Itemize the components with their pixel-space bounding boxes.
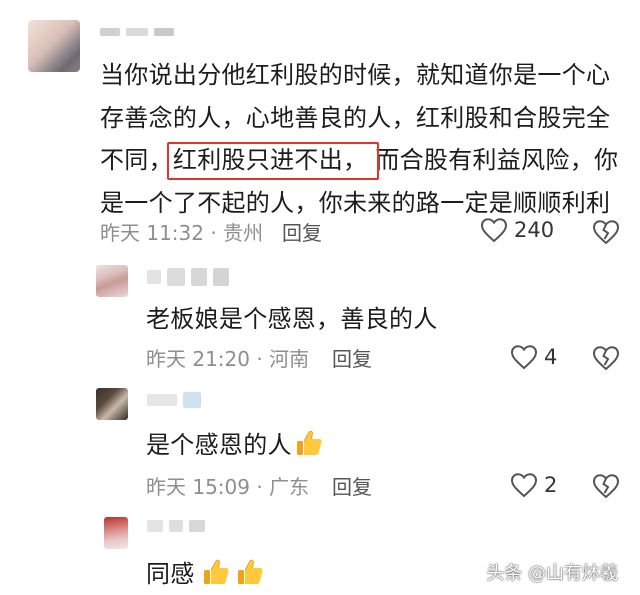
highlighted-phrase: 红利股只进不出，	[166, 139, 380, 182]
reply-button[interactable]: 回复	[332, 475, 372, 499]
broken-heart-icon[interactable]	[592, 473, 620, 499]
reply-time-location: 昨天 21:20 · 河南	[146, 347, 310, 371]
username-blurred[interactable]	[147, 520, 205, 532]
comment-time-location: 昨天 11:32 · 贵州	[100, 221, 264, 245]
heart-outline-icon	[510, 473, 538, 498]
heart-outline-icon	[480, 218, 508, 243]
reply-button[interactable]: 回复	[332, 347, 372, 371]
username-blurred[interactable]	[100, 28, 174, 36]
avatar[interactable]	[28, 20, 80, 72]
like-count: 240	[514, 218, 555, 242]
like-button[interactable]: 4	[510, 344, 557, 370]
heart-outline-icon	[510, 345, 538, 370]
comment-text-line: 存善念的人，心地善良的人，红利股和合股完全	[100, 103, 611, 132]
thumbs-up-emoji	[237, 559, 263, 584]
avatar[interactable]	[96, 265, 128, 297]
avatar[interactable]	[104, 517, 128, 549]
avatar[interactable]	[96, 388, 128, 420]
comment-text-segment: 而合股有利益风险，你	[375, 146, 619, 175]
reply-text: 老板娘是个感恩，善良的人	[146, 305, 438, 333]
broken-heart-icon[interactable]	[592, 345, 620, 371]
like-button[interactable]: 240	[480, 217, 554, 243]
comment-text-segment: 不同，	[100, 146, 173, 175]
reply-time-location: 昨天 15:09 · 广东	[146, 475, 310, 499]
broken-heart-icon[interactable]	[592, 219, 620, 245]
comment-thread: 当你说出分他红利股的时候，就知道你是一个心 存善念的人，心地善良的人，红利股和合…	[0, 0, 640, 595]
username-blurred[interactable]	[147, 268, 229, 286]
reply-text-content: 同感	[146, 560, 195, 588]
like-count: 4	[544, 345, 558, 369]
reply-text: 同感	[146, 553, 265, 595]
like-button[interactable]: 2	[510, 472, 557, 498]
thumbs-up-emoji	[296, 430, 322, 455]
watermark: 头条 @山有炑羲	[486, 563, 618, 584]
reply-text-content: 是个感恩的人	[146, 431, 292, 459]
like-count: 2	[544, 473, 558, 497]
thumbs-up-emoji	[203, 559, 229, 584]
reply-button[interactable]: 回复	[282, 221, 322, 245]
username-blurred[interactable]	[147, 392, 201, 408]
reply-text: 是个感恩的人	[146, 424, 324, 467]
comment-text-line: 当你说出分他红利股的时候，就知道你是一个心	[100, 61, 611, 89]
comment-text-line: 不同，红利股只进不出， 而合股有利益风险，你	[100, 139, 618, 182]
